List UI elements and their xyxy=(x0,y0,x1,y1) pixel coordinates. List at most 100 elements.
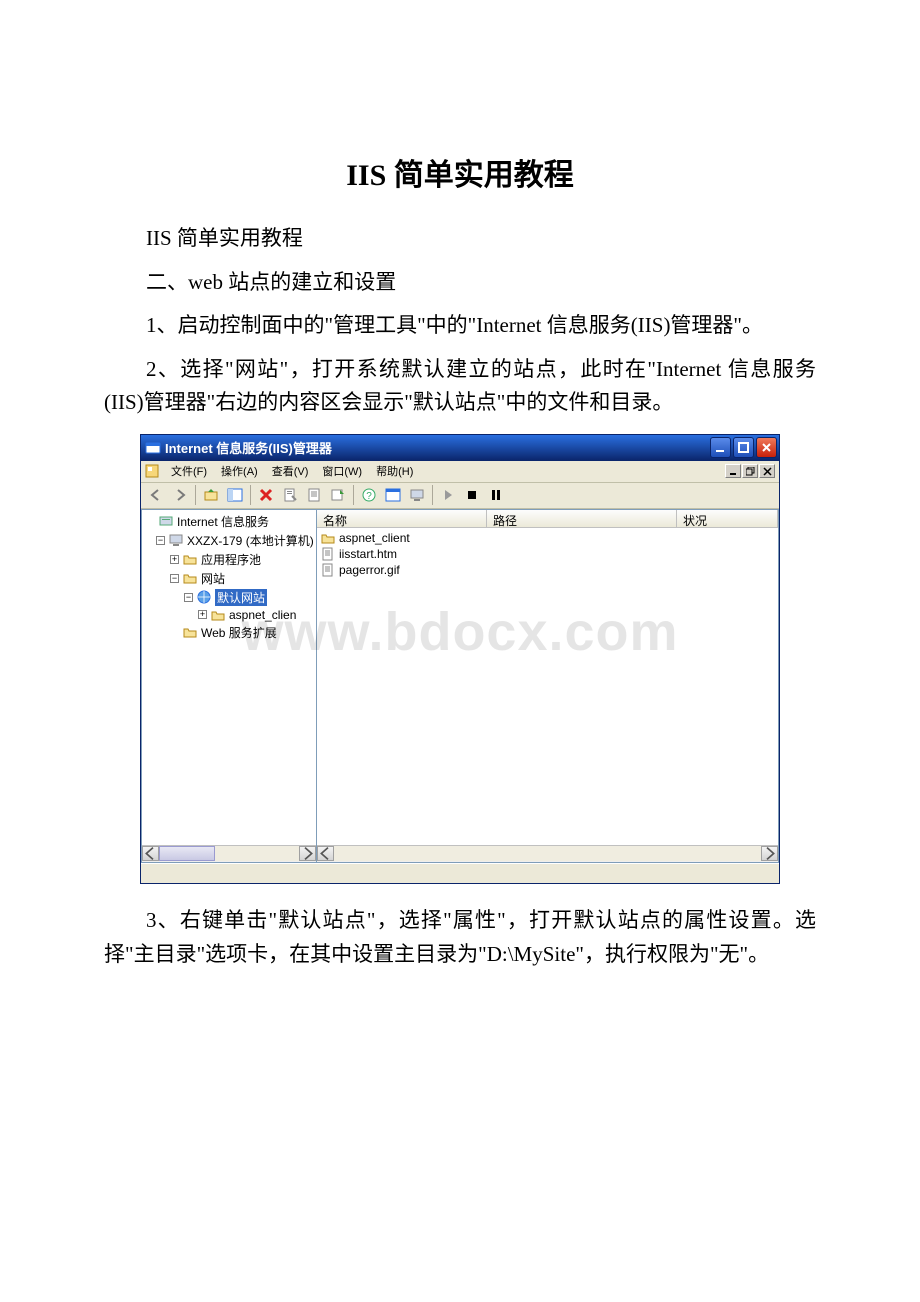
back-button[interactable] xyxy=(145,484,167,506)
menu-view[interactable]: 查看(V) xyxy=(266,461,315,481)
page-title: IIS 简单实用教程 xyxy=(104,150,816,194)
para-1: IIS 简单实用教程 xyxy=(104,222,816,256)
scroll-thumb[interactable] xyxy=(159,846,215,861)
scroll-left-button[interactable] xyxy=(142,846,159,861)
menu-help[interactable]: 帮助(H) xyxy=(370,461,419,481)
list-item-label: pagerror.gif xyxy=(339,563,400,577)
tree-sites[interactable]: − 网站 xyxy=(142,569,316,588)
tree-default-site[interactable]: − 默认网站 xyxy=(142,588,316,607)
scroll-right-button[interactable] xyxy=(299,846,316,861)
title-lat: IIS xyxy=(346,159,386,192)
toolbar-separator xyxy=(432,485,433,505)
tree-webext[interactable]: Web 服务扩展 xyxy=(142,623,316,642)
folder-icon xyxy=(210,608,226,622)
scroll-right-button[interactable] xyxy=(761,846,778,861)
mmc-icon xyxy=(143,462,161,480)
mdi-restore-button[interactable] xyxy=(742,464,758,478)
tree-sites-label: 网站 xyxy=(201,570,225,587)
toolbar-separator xyxy=(353,485,354,505)
up-button[interactable] xyxy=(200,484,222,506)
folder-icon xyxy=(182,552,198,566)
computer-icon xyxy=(168,533,184,547)
delete-button[interactable] xyxy=(255,484,277,506)
menu-action[interactable]: 操作(A) xyxy=(215,461,264,481)
pause-button[interactable] xyxy=(485,484,507,506)
tree-computer[interactable]: − XXZX-179 (本地计算机) xyxy=(142,531,316,550)
expander-none xyxy=(170,628,179,637)
tree-aspnet-client[interactable]: + aspnet_clien xyxy=(142,607,316,623)
iis-root-icon xyxy=(158,514,174,528)
mdi-minimize-button[interactable] xyxy=(725,464,741,478)
tree-computer-label: XXZX-179 (本地计算机) xyxy=(187,532,314,549)
toolbar-separator xyxy=(250,485,251,505)
col-name[interactable]: 名称 xyxy=(317,510,487,527)
collapse-icon[interactable]: − xyxy=(170,574,179,583)
toolbar-separator xyxy=(195,485,196,505)
menu-file[interactable]: 文件(F) xyxy=(165,461,213,481)
scroll-left-button[interactable] xyxy=(317,846,334,861)
tree[interactable]: Internet 信息服务 − XXZX-179 (本地计算机) + xyxy=(142,510,316,845)
expand-icon[interactable]: + xyxy=(198,610,207,619)
minimize-button[interactable] xyxy=(710,437,731,458)
para-3: 1、启动控制面中的"管理工具"中的"Internet 信息服务(IIS)管理器"… xyxy=(104,309,816,343)
menubar: 文件(F) 操作(A) 查看(V) 窗口(W) 帮助(H) xyxy=(141,461,779,483)
globe-icon xyxy=(196,590,212,604)
iis-window: Internet 信息服务(IIS)管理器 文件(F) 操作(A) 查看(V) … xyxy=(140,434,780,884)
collapse-icon[interactable]: − xyxy=(184,593,193,602)
folder-icon xyxy=(321,531,335,545)
computer-icon[interactable] xyxy=(406,484,428,506)
statusbar xyxy=(141,863,779,883)
tree-default-site-label: 默认网站 xyxy=(215,589,267,606)
app-icon xyxy=(145,440,161,456)
list-item[interactable]: aspnet_client xyxy=(321,530,774,546)
tree-aspnet-client-label: aspnet_clien xyxy=(229,608,296,622)
list-body[interactable]: aspnet_client iisstart.htm pagerror.gif xyxy=(317,528,778,845)
folder-icon xyxy=(182,571,198,585)
window-title: Internet 信息服务(IIS)管理器 xyxy=(165,438,710,457)
tree-apppool[interactable]: + 应用程序池 xyxy=(142,550,316,569)
forward-button[interactable] xyxy=(169,484,191,506)
para-2: 二、web 站点的建立和设置 xyxy=(104,266,816,300)
list-item-label: iisstart.htm xyxy=(339,547,397,561)
file-icon xyxy=(321,563,335,577)
show-hide-console-tree-button[interactable] xyxy=(224,484,246,506)
maximize-button[interactable] xyxy=(733,437,754,458)
col-status[interactable]: 状况 xyxy=(677,510,778,527)
para-4: 2、选择"网站"，打开系统默认建立的站点，此时在"Internet 信息服务(I… xyxy=(104,353,816,420)
menu-window[interactable]: 窗口(W) xyxy=(316,461,368,481)
expander-none xyxy=(146,517,155,526)
titlebar[interactable]: Internet 信息服务(IIS)管理器 xyxy=(141,435,779,461)
list-pane[interactable]: 名称 路径 状况 aspnet_client iisstart.htm xyxy=(316,509,779,863)
play-button[interactable] xyxy=(437,484,459,506)
stop-button[interactable] xyxy=(461,484,483,506)
tree-root-label: Internet 信息服务 xyxy=(177,513,269,530)
svg-text:?: ? xyxy=(366,491,372,502)
col-path[interactable]: 路径 xyxy=(487,510,677,527)
export-list-button[interactable] xyxy=(327,484,349,506)
properties-button[interactable] xyxy=(279,484,301,506)
scroll-track[interactable] xyxy=(334,846,761,861)
close-button[interactable] xyxy=(756,437,777,458)
connect-button[interactable] xyxy=(382,484,404,506)
toolbar: ? xyxy=(141,483,779,509)
para-5: 3、右键单击"默认站点"，选择"属性"，打开默认站点的属性设置。选择"主目录"选… xyxy=(104,904,816,971)
tree-webext-label: Web 服务扩展 xyxy=(201,624,277,641)
collapse-icon[interactable]: − xyxy=(156,536,165,545)
list-item-label: aspnet_client xyxy=(339,531,410,545)
help-button[interactable]: ? xyxy=(358,484,380,506)
list-item[interactable]: pagerror.gif xyxy=(321,562,774,578)
folder-icon xyxy=(182,625,198,639)
tree-scrollbar[interactable] xyxy=(142,845,316,862)
mdi-close-button[interactable] xyxy=(759,464,775,478)
list-header[interactable]: 名称 路径 状况 xyxy=(317,510,778,528)
list-item[interactable]: iisstart.htm xyxy=(321,546,774,562)
expand-icon[interactable]: + xyxy=(170,555,179,564)
title-cn: 简单实用教程 xyxy=(386,159,574,192)
list-scrollbar[interactable] xyxy=(317,845,778,862)
tree-root[interactable]: Internet 信息服务 xyxy=(142,512,316,531)
tree-pane[interactable]: Internet 信息服务 − XXZX-179 (本地计算机) + xyxy=(141,509,316,863)
refresh-button[interactable] xyxy=(303,484,325,506)
scroll-track[interactable] xyxy=(159,846,299,861)
file-icon xyxy=(321,547,335,561)
tree-apppool-label: 应用程序池 xyxy=(201,551,261,568)
